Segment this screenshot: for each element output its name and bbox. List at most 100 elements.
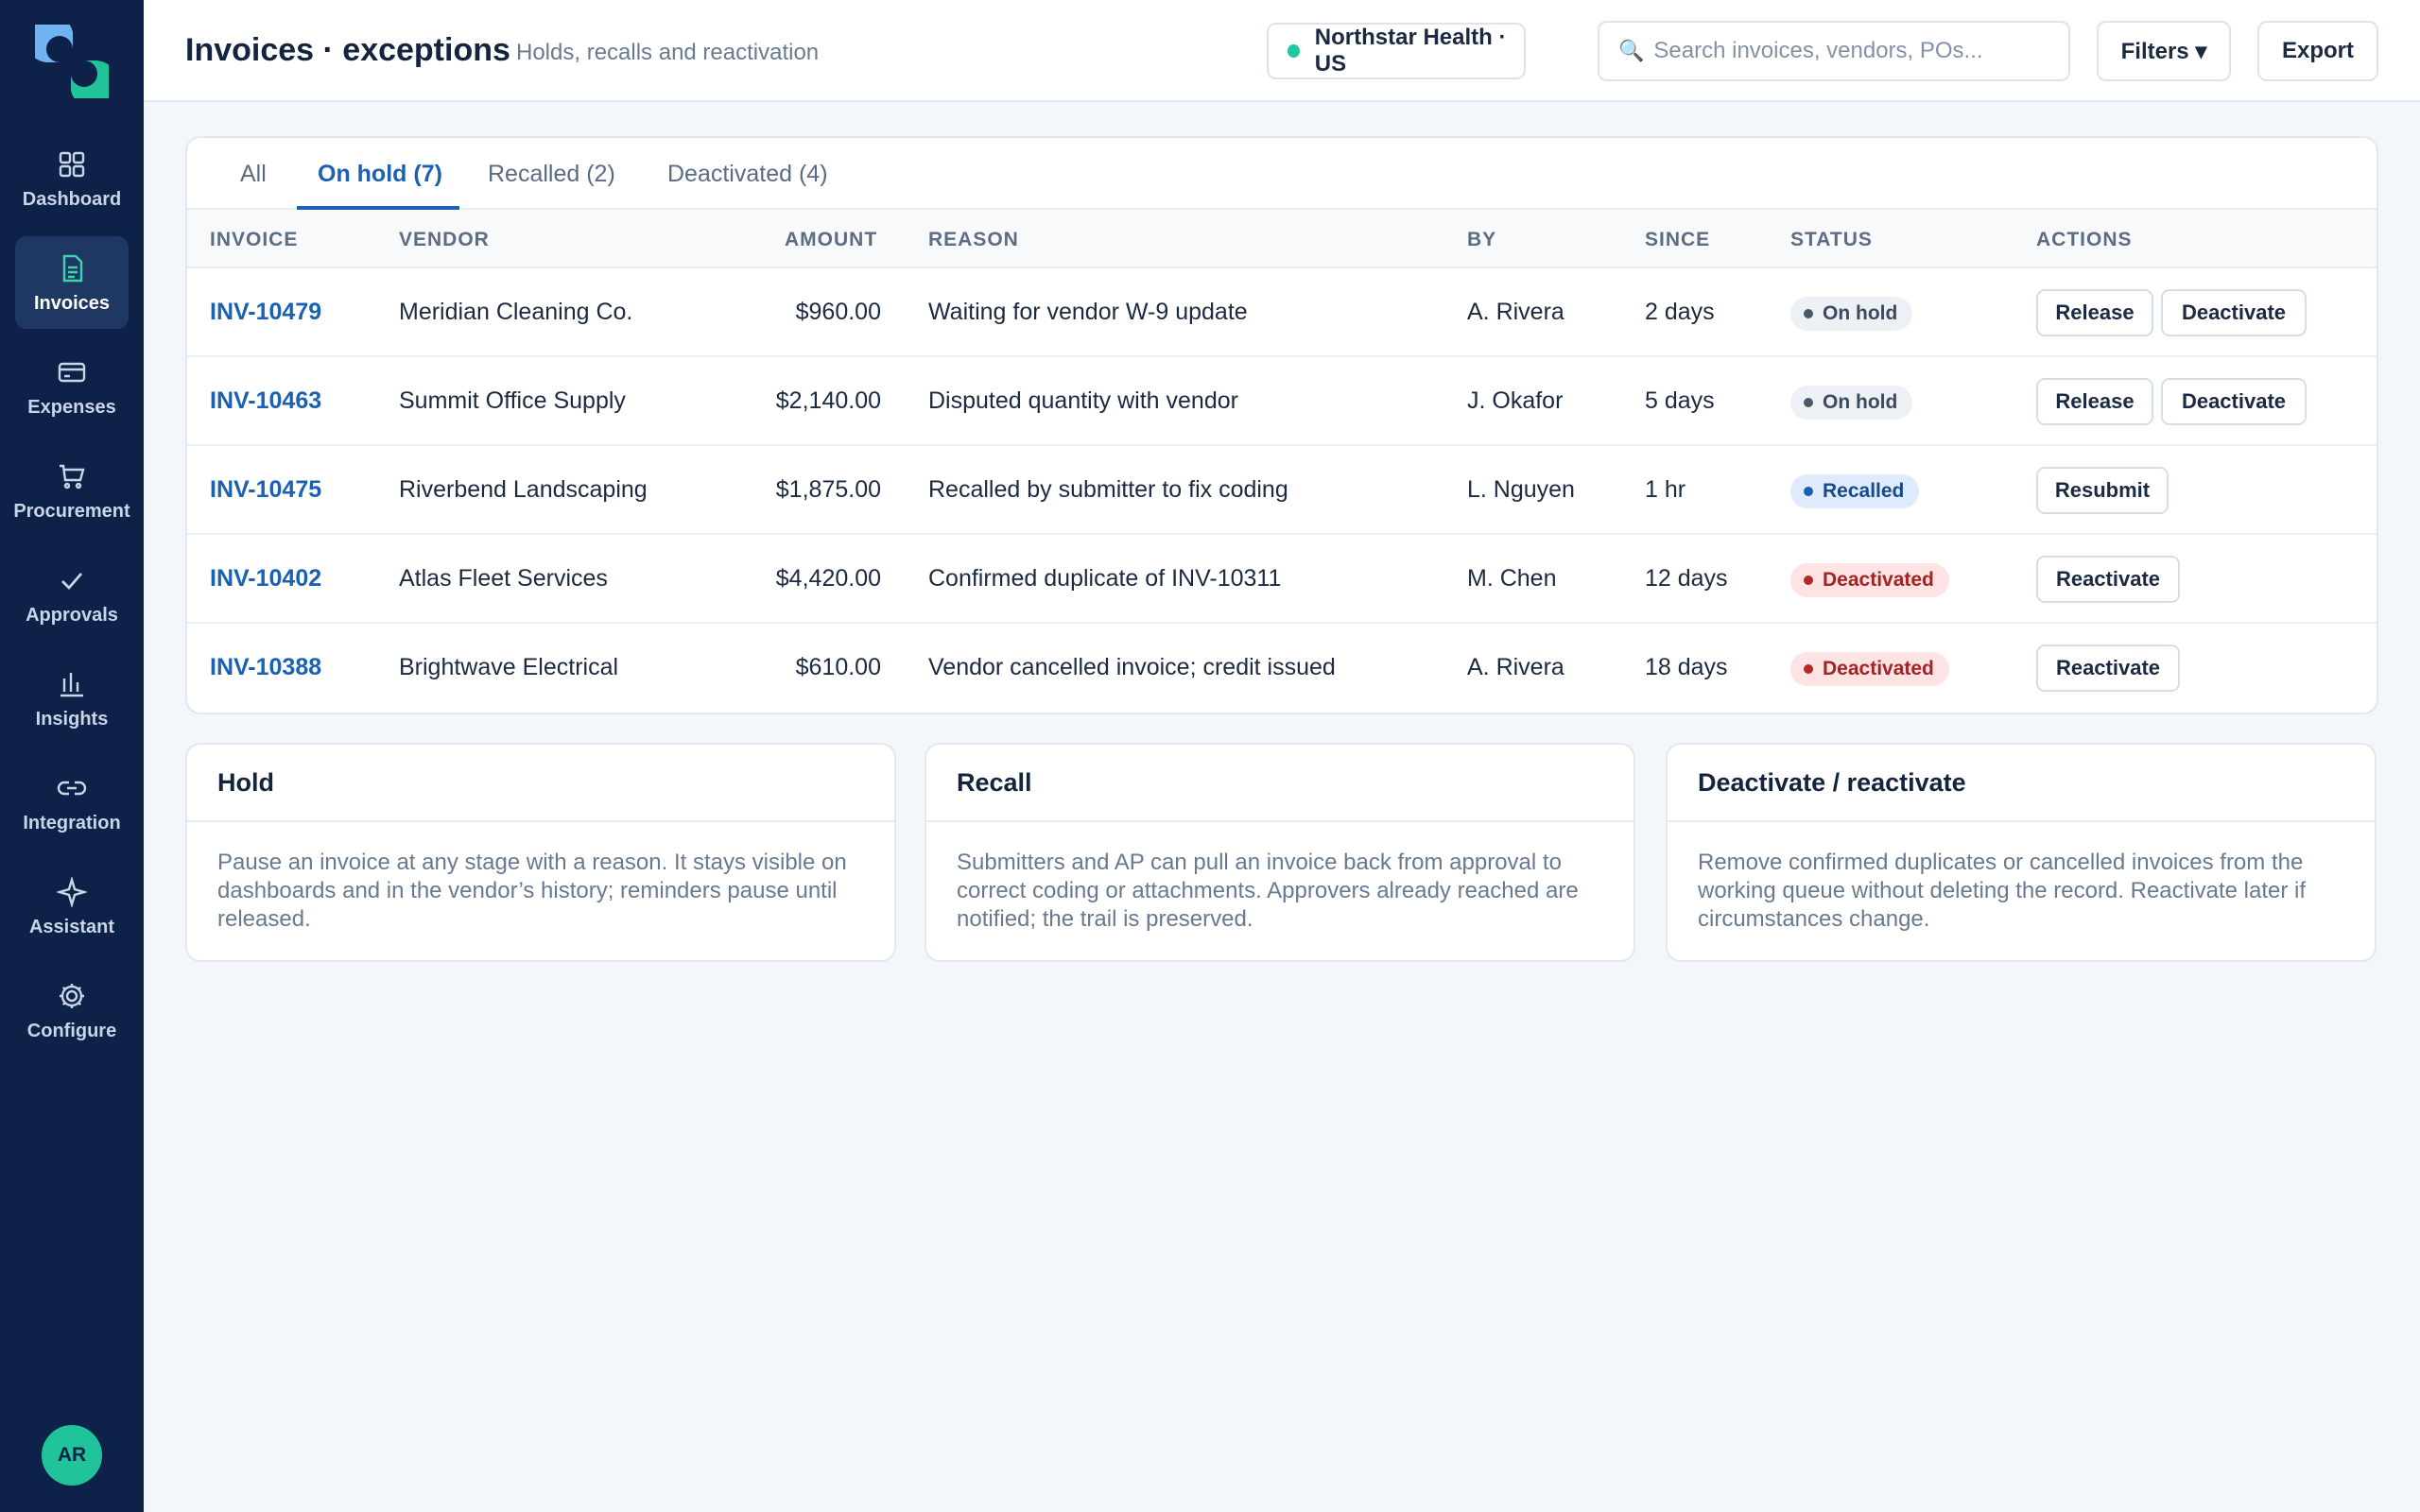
since-cell: 12 days bbox=[1645, 565, 1728, 592]
by-cell: J. Okafor bbox=[1467, 387, 1564, 414]
sidebar-item-label: Insights bbox=[35, 708, 109, 730]
search-input[interactable] bbox=[1653, 38, 2061, 64]
column-header-reason[interactable]: REASON bbox=[928, 229, 1019, 251]
by-cell: A. Rivera bbox=[1467, 299, 1564, 325]
info-card-body: Remove confirmed duplicates or cancelled… bbox=[1698, 850, 2307, 932]
column-header-vendor[interactable]: VENDOR bbox=[399, 229, 490, 251]
exceptions-table-card: All On hold (7) Recalled (2) Deactivated… bbox=[185, 136, 2378, 714]
info-card-deactivate: Deactivate / reactivate Remove confirmed… bbox=[1666, 743, 2377, 962]
table-row[interactable]: INV-10475 Riverbend Landscaping $1,875.0… bbox=[187, 446, 2377, 535]
sidebar-item-label: Configure bbox=[26, 1020, 117, 1041]
document-icon bbox=[55, 251, 89, 285]
status-dot-icon bbox=[1804, 664, 1813, 674]
status-badge: Recalled bbox=[1790, 474, 1920, 508]
tab-recalled[interactable]: Recalled (2) bbox=[488, 138, 615, 210]
invoice-link[interactable]: INV-10388 bbox=[210, 654, 321, 681]
reason-cell: Vendor cancelled invoice; credit issued bbox=[928, 654, 1336, 680]
table-row[interactable]: INV-10388 Brightwave Electrical $610.00 … bbox=[187, 624, 2377, 713]
by-cell: L. Nguyen bbox=[1467, 476, 1575, 503]
status-dot-icon bbox=[1804, 487, 1813, 496]
status-label: Recalled bbox=[1823, 480, 1905, 502]
vendor-cell: Meridian Cleaning Co. bbox=[399, 299, 633, 325]
sidebar-item-label: Invoices bbox=[33, 292, 111, 314]
info-card-body: Submitters and AP can pull an invoice ba… bbox=[957, 850, 1579, 932]
column-header-invoice[interactable]: INVOICE bbox=[210, 229, 298, 251]
deactivate-button[interactable]: Deactivate bbox=[2161, 378, 2307, 425]
column-header-amount[interactable]: AMOUNT bbox=[785, 229, 877, 251]
status-badge: On hold bbox=[1790, 386, 1913, 420]
gear-icon bbox=[55, 979, 89, 1013]
tab-deactivated[interactable]: Deactivated (4) bbox=[667, 138, 828, 210]
info-card-title: Deactivate / reactivate bbox=[1668, 745, 2375, 822]
sidebar-item-approvals[interactable]: Approvals bbox=[15, 548, 129, 641]
sidebar-item-assistant[interactable]: Assistant bbox=[15, 860, 129, 953]
status-label: Deactivated bbox=[1823, 569, 1934, 591]
org-name: Northstar Health · US bbox=[1314, 25, 1507, 77]
app-logo[interactable] bbox=[24, 13, 120, 110]
sidebar-item-label: Dashboard bbox=[22, 188, 122, 210]
status-badge: On hold bbox=[1790, 297, 1913, 331]
tab-all[interactable]: All bbox=[240, 138, 267, 210]
top-bar: Invoices · exceptions Holds, recalls and… bbox=[144, 0, 2420, 102]
resubmit-button[interactable]: Resubmit bbox=[2036, 467, 2169, 514]
release-button[interactable]: Release bbox=[2036, 378, 2153, 425]
user-avatar[interactable]: AR bbox=[42, 1425, 102, 1486]
column-header-since[interactable]: SINCE bbox=[1645, 229, 1710, 251]
sidebar-item-configure[interactable]: Configure bbox=[15, 964, 129, 1057]
sidebar-item-label: Approvals bbox=[26, 604, 118, 626]
info-card-recall: Recall Submitters and AP can pull an inv… bbox=[925, 743, 1635, 962]
invoice-link[interactable]: INV-10479 bbox=[210, 299, 321, 326]
sidebar-item-dashboard[interactable]: Dashboard bbox=[15, 132, 129, 225]
table-row[interactable]: INV-10479 Meridian Cleaning Co. $960.00 … bbox=[187, 268, 2377, 357]
reason-cell: Confirmed duplicate of INV-10311 bbox=[928, 565, 1282, 592]
invoice-link[interactable]: INV-10402 bbox=[210, 565, 321, 593]
since-cell: 5 days bbox=[1645, 387, 1715, 414]
export-button[interactable]: Export bbox=[2257, 21, 2378, 81]
search-icon: 🔍 bbox=[1618, 39, 1645, 62]
reactivate-button[interactable]: Reactivate bbox=[2036, 556, 2180, 603]
invoice-link[interactable]: INV-10475 bbox=[210, 476, 321, 504]
since-cell: 1 hr bbox=[1645, 476, 1686, 503]
filters-button[interactable]: Filters ▾ bbox=[2097, 21, 2231, 81]
sidebar: Dashboard Invoices Expenses Procurement … bbox=[0, 0, 144, 1512]
status-badge: Deactivated bbox=[1790, 652, 1949, 686]
amount-cell: $610.00 bbox=[795, 654, 881, 680]
amount-cell: $4,420.00 bbox=[775, 565, 881, 592]
sidebar-item-procurement[interactable]: Procurement bbox=[13, 444, 130, 537]
status-dot-icon bbox=[1804, 398, 1813, 407]
link-icon bbox=[55, 771, 89, 805]
sidebar-item-label: Procurement bbox=[13, 500, 130, 522]
org-switcher[interactable]: Northstar Health · US bbox=[1267, 23, 1526, 79]
status-dot-icon bbox=[1804, 309, 1813, 318]
info-card-hold: Hold Pause an invoice at any stage with … bbox=[185, 743, 896, 962]
since-cell: 18 days bbox=[1645, 654, 1728, 680]
sidebar-item-insights[interactable]: Insights bbox=[15, 652, 129, 745]
page-title: Invoices · exceptions bbox=[185, 32, 510, 68]
info-card-title: Recall bbox=[926, 745, 1634, 822]
info-card-body: Pause an invoice at any stage with a rea… bbox=[217, 850, 847, 932]
card-icon bbox=[55, 355, 89, 389]
sidebar-item-integration[interactable]: Integration bbox=[15, 756, 129, 849]
release-button[interactable]: Release bbox=[2036, 289, 2153, 336]
column-header-by[interactable]: BY bbox=[1467, 229, 1496, 251]
reactivate-button[interactable]: Reactivate bbox=[2036, 644, 2180, 692]
tab-bar: All On hold (7) Recalled (2) Deactivated… bbox=[187, 138, 2377, 210]
sidebar-item-label: Expenses bbox=[27, 396, 116, 418]
table-row[interactable]: INV-10402 Atlas Fleet Services $4,420.00… bbox=[187, 535, 2377, 624]
deactivate-button[interactable]: Deactivate bbox=[2161, 289, 2307, 336]
sidebar-item-invoices[interactable]: Invoices bbox=[15, 236, 129, 329]
search-box[interactable]: 🔍 bbox=[1598, 21, 2070, 81]
sidebar-nav: Dashboard Invoices Expenses Procurement … bbox=[13, 132, 130, 1068]
sidebar-item-expenses[interactable]: Expenses bbox=[15, 340, 129, 433]
status-label: Deactivated bbox=[1823, 658, 1934, 679]
tab-on-hold[interactable]: On hold (7) bbox=[318, 138, 442, 210]
check-icon bbox=[55, 563, 89, 597]
column-header-status[interactable]: STATUS bbox=[1790, 229, 1873, 251]
sidebar-item-label: Assistant bbox=[28, 916, 115, 937]
grid-icon bbox=[55, 147, 89, 181]
info-card-title: Hold bbox=[187, 745, 894, 822]
table-row[interactable]: INV-10463 Summit Office Supply $2,140.00… bbox=[187, 357, 2377, 446]
status-badge: Deactivated bbox=[1790, 563, 1949, 597]
bar-chart-icon bbox=[55, 667, 89, 701]
invoice-link[interactable]: INV-10463 bbox=[210, 387, 321, 415]
